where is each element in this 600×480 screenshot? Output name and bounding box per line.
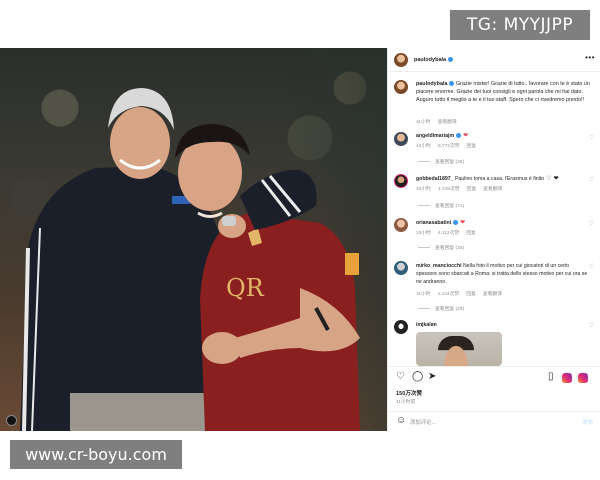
comment-likes[interactable]: 8,772次赞 — [438, 144, 460, 149]
post-time: 11小时前 — [396, 400, 416, 405]
comment-translate[interactable]: 查看翻译 — [483, 292, 502, 297]
post-author[interactable]: paulodybala — [414, 57, 454, 63]
comment-time: 10小时 — [416, 231, 431, 236]
comment-meta: 11小时 1,124次赞 回复 查看翻译 — [416, 290, 509, 297]
bookmark-icon[interactable]: ▯ — [548, 372, 554, 382]
verified-icon — [449, 81, 455, 87]
avatar[interactable] — [394, 80, 408, 94]
view-replies[interactable]: 查看回复 (25) — [418, 158, 464, 165]
comment: imjkalan — [416, 321, 437, 329]
comment-image-face — [438, 336, 474, 366]
avatar[interactable] — [394, 218, 408, 232]
verified-icon — [456, 133, 462, 139]
page: TG: MYYJJPP QR paulodybala ••• paulodyba… — [0, 0, 600, 480]
verified-icon — [448, 57, 454, 63]
comment-input[interactable]: 添加评论... — [410, 418, 436, 426]
comment-meta: 10小时 8,772次赞 回复 — [416, 142, 483, 149]
red-heart-emoji: ❤ — [460, 220, 466, 226]
avatar[interactable] — [394, 261, 408, 275]
comment-user[interactable]: angeldimariajm — [416, 133, 454, 139]
caption-time: 11小时 — [416, 120, 431, 125]
post-comment-button[interactable]: 发布 — [582, 418, 593, 426]
avatar[interactable] — [394, 53, 408, 67]
comment-image[interactable] — [416, 332, 502, 366]
view-replies[interactable]: 查看回复 (71) — [418, 202, 464, 209]
comment-text: Paulino toma a casa. l'Erasmus è finito — [454, 176, 545, 182]
share-icon[interactable]: ➤ — [428, 372, 436, 382]
red-heart-emoji: ❤ — [463, 133, 469, 139]
post-header: paulodybala ••• — [388, 48, 600, 72]
caption-author[interactable]: paulodybala — [416, 81, 447, 87]
comment-like-heart-icon[interactable]: ♡ — [589, 134, 594, 141]
view-replies[interactable]: 查看回复 (29) — [418, 305, 464, 312]
comment: mirko_manciocchi Nella foto il motivo pe… — [416, 262, 588, 286]
comment-reply[interactable]: 回复 — [467, 144, 477, 149]
comment-likes[interactable]: 4,112次赞 — [438, 231, 459, 236]
instagram-icon[interactable] — [562, 373, 572, 383]
post-photo[interactable]: QR — [0, 48, 387, 431]
comment-likes[interactable]: 1,124次赞 — [438, 292, 460, 297]
avatar[interactable] — [394, 320, 408, 334]
comment-reply[interactable]: 回复 — [467, 187, 477, 192]
comment-reply[interactable]: 回复 — [466, 292, 476, 297]
caption-translate[interactable]: 查看翻译 — [438, 120, 457, 125]
comment-time: 11小时 — [416, 292, 431, 297]
caption-meta: 11小时 查看翻译 — [416, 118, 464, 125]
comment-user[interactable]: mirko_manciocchi — [416, 263, 462, 269]
comment-meta: 10小时 1,749次赞 回复 查看翻译 — [416, 185, 509, 192]
emoji-icon[interactable]: ☺ — [396, 416, 406, 426]
watermark-bottom: www.cr-boyu.com — [10, 440, 182, 469]
more-icon[interactable]: ••• — [585, 54, 595, 62]
comment-user[interactable]: imjkalan — [416, 322, 437, 328]
heart-icon[interactable]: ♡ — [396, 372, 405, 382]
post-author-name[interactable]: paulodybala — [414, 57, 446, 63]
view-replies[interactable]: 查看回复 (25) — [418, 244, 464, 251]
comment-icon[interactable]: ◯ — [412, 372, 423, 382]
likes-count[interactable]: 150万次赞 — [396, 389, 422, 397]
caption: paulodybala Grazie mister! Grazie di tut… — [416, 80, 596, 104]
avatar[interactable] — [394, 132, 408, 146]
tag-people-icon[interactable] — [6, 415, 17, 426]
comment: angeldimariajm ❤ — [416, 132, 468, 140]
comment-meta: 10小时 4,112次赞 回复 — [416, 229, 483, 236]
comment-reply[interactable]: 回复 — [466, 231, 476, 236]
white-heart-emoji: ♡ — [546, 176, 552, 182]
action-bar: ♡ ◯ ➤ ▯ — [388, 366, 600, 388]
comment-likes[interactable]: 1,749次赞 — [438, 187, 460, 192]
avatar[interactable] — [394, 174, 408, 188]
instagram-icon[interactable] — [578, 373, 588, 383]
comment: orianasabatini ❤ — [416, 219, 465, 227]
verified-icon — [453, 220, 459, 226]
watermark-top: TG: MYYJJPP — [450, 10, 590, 40]
comment-like-heart-icon[interactable]: ♡ — [589, 322, 594, 329]
comment-translate[interactable]: 查看翻译 — [483, 187, 502, 192]
comment: gobbedal1897_ Paulino toma a casa. l'Era… — [416, 175, 586, 183]
comment-user[interactable]: gobbedal1897_ — [416, 176, 453, 182]
comment-time: 10小时 — [416, 187, 431, 192]
comment-like-heart-icon[interactable]: ♡ — [589, 220, 594, 227]
comment-user[interactable]: orianasabatini — [416, 220, 451, 226]
comment-time: 10小时 — [416, 144, 431, 149]
post-sidebar: paulodybala ••• paulodybala Grazie miste… — [387, 48, 600, 431]
add-comment-bar: ☺ 添加评论... 发布 — [388, 411, 600, 431]
black-heart-emoji: ❤ — [553, 176, 559, 182]
comment-like-heart-icon[interactable]: ♡ — [589, 263, 594, 270]
comment-like-heart-icon[interactable]: ♡ — [589, 176, 594, 183]
svg-text:QR: QR — [226, 274, 265, 302]
photo-people: QR — [20, 88, 360, 431]
